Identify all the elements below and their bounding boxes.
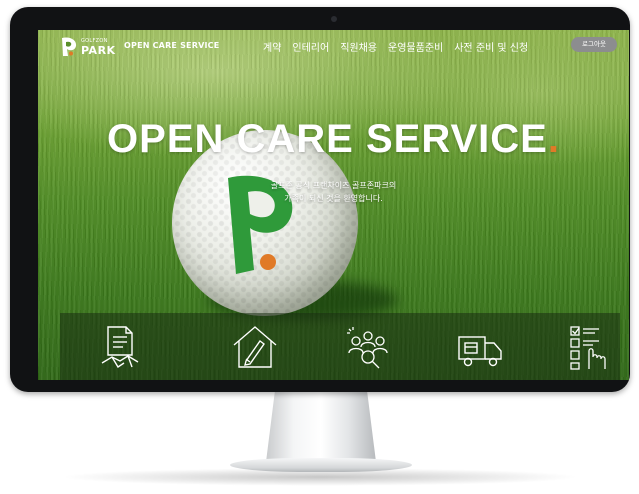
staff-search-icon (347, 327, 388, 369)
service-recruit[interactable] (343, 323, 393, 373)
camera-icon (331, 16, 337, 22)
logout-button[interactable]: 로그아웃 (571, 37, 617, 52)
nav-item-interior[interactable]: 인테리어 (292, 39, 329, 54)
hero-title-dot: . (547, 117, 560, 161)
hero-subtitle-line2: 가족이 되신 것을 환영합니다. (284, 194, 383, 203)
monitor-stand-neck (266, 392, 376, 462)
website-screen: GOLFZON PARK OPEN CARE SERVICE 계약 인테리어 직… (38, 30, 629, 380)
brand-small-text: GOLFZON (81, 37, 108, 44)
nav-item-recruit[interactable]: 직원채용 (340, 39, 377, 54)
nav-item-contract[interactable]: 계약 (263, 39, 281, 54)
service-preparation[interactable] (565, 323, 615, 373)
brand-big-text: PARK (81, 43, 116, 57)
delivery-truck-icon (458, 336, 502, 367)
monitor-stand-base (230, 458, 412, 472)
service-interior[interactable] (230, 323, 280, 373)
contract-document-icon (101, 326, 139, 368)
house-pen-icon (233, 326, 277, 368)
top-navbar: GOLFZON PARK OPEN CARE SERVICE 계약 인테리어 직… (38, 30, 629, 62)
golfzon-park-mark-icon (62, 37, 77, 56)
hero-subtitle-line1: 골프존 공식 프랜차이즈 골프존파크의 (270, 181, 397, 190)
nav-item-preparation[interactable]: 사전 준비 및 신청 (454, 39, 528, 54)
nav-item-supplies[interactable]: 운영물품준비 (388, 39, 443, 54)
service-icon-band (60, 313, 620, 380)
brand-logo[interactable]: GOLFZON PARK (60, 36, 116, 58)
service-name: OPEN CARE SERVICE (124, 41, 220, 50)
checklist-touch-icon (570, 326, 606, 370)
monitor-bezel: GOLFZON PARK OPEN CARE SERVICE 계약 인테리어 직… (10, 7, 630, 392)
service-contract[interactable] (98, 323, 148, 373)
hero-title: OPEN CARE SERVICE. (107, 117, 560, 161)
nav-menu: 계약 인테리어 직원채용 운영물품준비 사전 준비 및 신청 (263, 39, 539, 54)
service-supplies[interactable] (455, 323, 505, 373)
